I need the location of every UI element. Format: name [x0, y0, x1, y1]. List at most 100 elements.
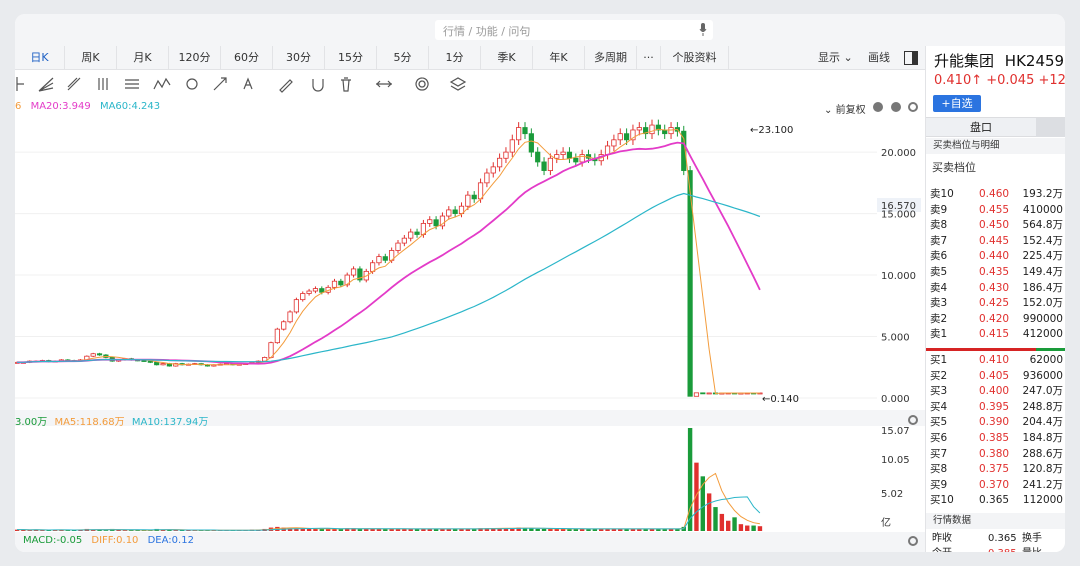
volume-legend: 3.00万 MA5:118.68万 MA10:137.94万: [15, 413, 208, 428]
volume-bar: [687, 428, 693, 531]
candle-body: [604, 145, 611, 155]
level-price: 0.390: [979, 416, 1010, 429]
candle-body: [160, 363, 166, 366]
level-label: 卖1: [930, 328, 948, 341]
level-label: 买3: [930, 385, 948, 398]
level-volume: 193.2万: [1022, 188, 1063, 200]
level-volume: 62000: [1029, 354, 1063, 366]
orderbook-row: 买1 0.410 62000: [926, 353, 1065, 369]
level-price: 0.385: [979, 432, 1010, 444]
candle-body: [293, 299, 300, 313]
orderbook-row: 卖4 0.430 186.4万: [926, 281, 1065, 297]
candle-body: [547, 157, 554, 171]
level-volume: 225.4万: [1022, 250, 1063, 263]
level-price: 0.380: [979, 447, 1010, 460]
ma5-line: [17, 128, 760, 395]
volume-bar: [726, 520, 731, 531]
tab-orderbook[interactable]: 盘口: [926, 117, 1036, 137]
ma20-line: [17, 141, 761, 365]
candle-body: [554, 154, 560, 159]
orderbook-row: 买9 0.370 241.2万: [926, 478, 1065, 494]
level-volume: 288.6万: [1022, 447, 1063, 460]
volume-bar: [738, 524, 744, 531]
candle-body: [319, 288, 325, 293]
candle-body: [369, 262, 376, 272]
candle-body: [516, 127, 522, 141]
y-tick-label: 10.000: [881, 271, 916, 282]
level-price: 0.430: [979, 281, 1010, 294]
candle-body: [649, 124, 655, 135]
macd-legend: MACD:-0.05 DIFF:0.10 DEA:0.12: [23, 535, 194, 546]
market-label: 昨收: [932, 533, 952, 544]
level-price: 0.455: [979, 203, 1010, 216]
zoom-out-icon[interactable]: [891, 102, 901, 112]
level-price: 0.445: [979, 234, 1010, 247]
level-volume: 204.4万: [1022, 416, 1063, 429]
volume-bar: [719, 513, 725, 531]
candle-body: [274, 328, 280, 344]
level-volume: 247.0万: [1022, 385, 1063, 398]
candle-body: [496, 157, 503, 168]
orderbook-row: 卖1 0.415 412000: [926, 327, 1065, 343]
volume-tick-label: 亿: [881, 516, 891, 529]
candle-body: [401, 237, 407, 244]
volume-bar: [745, 525, 750, 531]
candle-body: [535, 151, 541, 163]
candle-body: [573, 157, 579, 163]
level-volume: 410000: [1022, 203, 1063, 216]
candle-body: [281, 321, 287, 330]
candle-body: [90, 353, 96, 357]
candle-body: [452, 209, 458, 214]
ma5-legend: 6: [15, 101, 22, 112]
candle-body: [382, 256, 388, 261]
level-label: 买1: [930, 354, 948, 366]
y-tick-label: 20.000: [881, 148, 916, 159]
market-key: 换手: [1022, 533, 1042, 544]
level-price: 0.375: [979, 463, 1010, 476]
vol-ma10-line: [17, 496, 761, 531]
level-price: 0.450: [979, 219, 1010, 232]
level-volume: 149.4万: [1022, 266, 1063, 278]
candle-body: [662, 129, 668, 135]
candle-body: [350, 268, 357, 276]
level-label: 卖5: [930, 266, 948, 278]
ma20-legend: MA20:3.949: [30, 101, 91, 112]
level-price: 0.425: [979, 297, 1010, 310]
level-volume: 936000: [1022, 369, 1063, 382]
vol-ma10-legend: MA10:137.94万: [131, 417, 209, 428]
high-annotation: ←23.100: [750, 125, 793, 136]
candle-body: [560, 151, 566, 155]
market-label: 今开: [932, 546, 952, 552]
level-label: 卖2: [930, 312, 948, 325]
level-label: 买6: [930, 432, 948, 444]
level-label: 卖9: [930, 203, 948, 216]
level-label: 买7: [930, 447, 948, 460]
volume-bar: [300, 528, 305, 531]
orderbook-row: 卖6 0.440 225.4万: [926, 249, 1065, 265]
add-watchlist-button[interactable]: +自选: [933, 95, 981, 112]
volume-bar: [27, 530, 32, 531]
candle-body: [306, 290, 312, 294]
stock-code: HK2459: [1004, 52, 1065, 70]
y-tick-label: 15.000: [881, 210, 916, 221]
tab-other[interactable]: [1036, 117, 1065, 137]
level-label: 卖7: [930, 234, 948, 247]
volume-bar: [541, 528, 547, 531]
adjust-selector[interactable]: ⌄ 前复权: [824, 101, 866, 116]
y-tick-label: 5.000: [881, 333, 910, 344]
settings-icon[interactable]: [908, 102, 918, 112]
diff-value: DIFF:0.10: [91, 535, 139, 546]
level-volume: 112000: [1022, 494, 1063, 507]
market-value: 0.365: [988, 533, 1017, 544]
volume-bar: [713, 507, 718, 531]
volume-tick-label: 10.05: [881, 455, 910, 466]
zoom-in-icon[interactable]: [873, 102, 883, 112]
chevron-down-icon: ⌄: [824, 105, 833, 116]
orderbook-row: 买2 0.405 936000: [926, 369, 1065, 385]
volume-bar: [122, 530, 128, 531]
candle-body: [376, 256, 382, 264]
chart-area[interactable]: ←23.100←0.14016.57020.00015.00010.0005.0…: [15, 14, 925, 552]
macd-value: MACD:-0.05: [23, 535, 83, 546]
candle-body: [446, 209, 452, 217]
volume-bar: [706, 493, 712, 531]
